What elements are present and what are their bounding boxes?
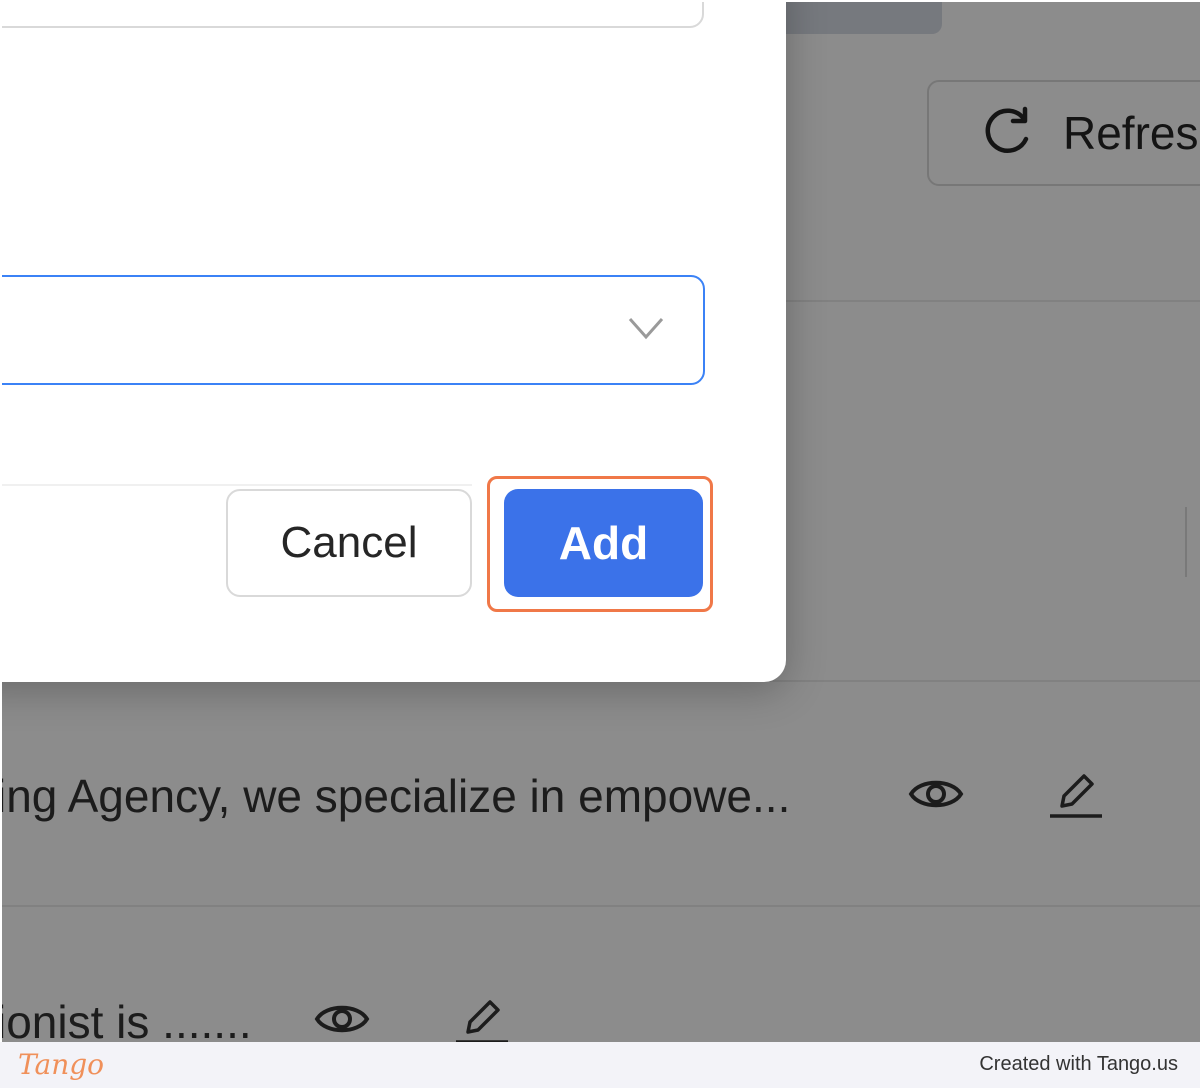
tango-logo: Tango [18,1048,105,1081]
text-input[interactable] [2,2,704,28]
screenshot-stage: Refresh ing Agency, we specialize in emp… [2,2,1200,1042]
tango-footer: Tango Created with Tango.us [0,1042,1200,1088]
select-dropdown[interactable] [2,275,705,385]
chevron-down-icon [628,318,664,340]
cancel-button[interactable]: Cancel [226,489,472,597]
footer-divider [2,484,472,486]
add-button[interactable]: Add [504,489,703,597]
footer-credit: Created with Tango.us [979,1053,1178,1075]
add-dialog: Cancel Add [2,2,786,682]
